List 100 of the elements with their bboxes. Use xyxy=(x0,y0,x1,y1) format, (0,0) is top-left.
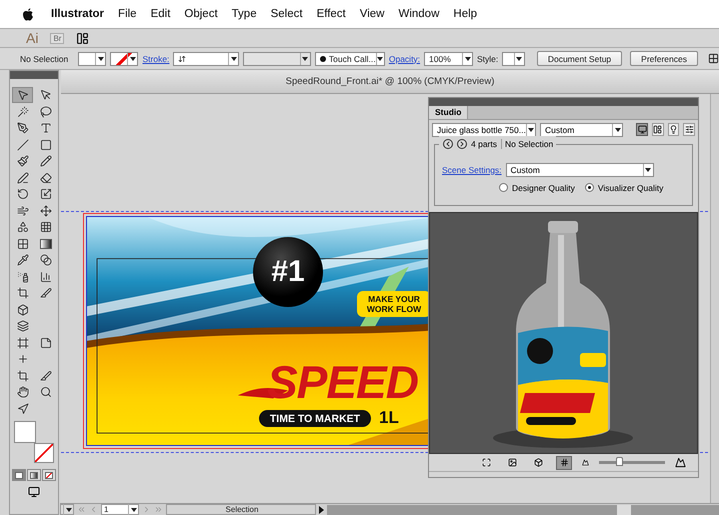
slice-icon xyxy=(40,287,52,299)
menu-item[interactable]: Object xyxy=(177,8,225,20)
pen-nib-icon xyxy=(16,122,28,134)
page-field[interactable]: 1 xyxy=(101,504,139,515)
arrange-icon[interactable] xyxy=(708,53,719,64)
style-swatch[interactable] xyxy=(502,52,525,66)
stroke-swatch[interactable] xyxy=(110,52,138,66)
settings-button[interactable] xyxy=(683,123,695,136)
menu-item[interactable]: Help xyxy=(446,8,484,20)
scene-dropdown[interactable]: Custom xyxy=(506,162,654,177)
menu-item[interactable]: Select xyxy=(264,8,310,20)
bar-graph-icon xyxy=(40,270,52,282)
panel-header xyxy=(10,71,58,79)
selection-arrow-icon xyxy=(16,89,28,101)
scale-icon xyxy=(40,188,52,200)
rectangle-icon xyxy=(40,138,52,150)
gradient-icon xyxy=(40,238,52,248)
quality-label[interactable]: Designer Quality xyxy=(512,182,575,193)
horizontal-scrollbar[interactable] xyxy=(327,504,719,514)
zoom-thumb[interactable] xyxy=(616,457,623,466)
screen-mode-icon[interactable] xyxy=(28,486,40,498)
light-button[interactable] xyxy=(668,123,680,136)
menu-item[interactable]: Edit xyxy=(144,8,178,20)
studio-tab[interactable]: Studio xyxy=(429,106,468,119)
opacity-link[interactable]: Opacity: xyxy=(388,54,420,64)
mesh-icon xyxy=(16,238,28,250)
apple-logo-icon[interactable] xyxy=(22,8,34,20)
tagline-label: MAKE YOUR WORK FLOW xyxy=(357,291,431,317)
next-part-icon[interactable] xyxy=(457,138,467,149)
frame-icon xyxy=(16,336,28,348)
stepper-arrows-icon[interactable] xyxy=(178,54,186,62)
knife-icon xyxy=(40,370,52,382)
blend-icon xyxy=(40,254,52,266)
menu-item[interactable]: View xyxy=(352,8,392,20)
blob-brush-icon xyxy=(16,172,28,184)
lasso-icon xyxy=(40,106,52,118)
stroke-link[interactable]: Stroke: xyxy=(142,54,170,64)
current-tool-field[interactable]: Selection xyxy=(166,504,316,515)
workspace-layout-icon[interactable] xyxy=(76,32,90,44)
cube-icon xyxy=(16,304,28,316)
app-logo: Ai xyxy=(26,30,38,46)
vertical-scrollbar[interactable] xyxy=(710,94,719,503)
shape-builder-icon xyxy=(16,221,28,233)
opacity-field[interactable]: 100% xyxy=(424,52,474,66)
menu-item[interactable]: Window xyxy=(391,8,446,20)
toolbar-button[interactable]: Document Setup xyxy=(536,51,622,66)
brush-dot-icon xyxy=(320,56,326,62)
artboard-select-icon xyxy=(16,287,28,299)
style-label: Style: xyxy=(477,54,498,64)
part-selection-status: No Selection xyxy=(501,138,554,149)
zoom-icon xyxy=(40,386,52,398)
eraser-icon xyxy=(40,172,52,184)
parts-count: 4 parts xyxy=(471,138,497,149)
type-icon xyxy=(40,122,52,134)
radio-button[interactable] xyxy=(584,183,594,192)
zoom-in-icon[interactable] xyxy=(675,457,686,468)
toolbar-button[interactable]: Preferences xyxy=(630,51,698,66)
stroke-weight-field[interactable] xyxy=(173,52,240,66)
model-dropdown[interactable]: Juice glass bottle 750... xyxy=(432,122,536,137)
layers-icon xyxy=(16,320,28,332)
previous-part-icon[interactable] xyxy=(443,138,453,149)
menu-item[interactable]: File xyxy=(111,8,144,20)
fill-color-swatch[interactable] xyxy=(14,421,36,443)
line-icon xyxy=(16,138,28,150)
brand-title: SPEED xyxy=(267,355,418,409)
zoom-out-icon[interactable] xyxy=(582,459,589,466)
bridge-button[interactable]: Br xyxy=(50,32,64,44)
radio-button[interactable] xyxy=(499,183,508,192)
app-menu[interactable]: Illustrator xyxy=(44,8,112,20)
draw-mode-button[interactable] xyxy=(42,469,56,481)
paintbrush-icon xyxy=(16,155,28,167)
hollow-arrow-icon xyxy=(40,89,52,101)
eyedropper-icon xyxy=(16,254,28,266)
document-tab[interactable]: SpeedRound_Front.ai* @ 100% (CMYK/Preview) xyxy=(286,76,494,87)
volume-label: 1L xyxy=(379,408,399,428)
artboard-icon xyxy=(16,370,28,382)
stroke-color-swatch[interactable] xyxy=(34,443,54,463)
quality-label[interactable]: Visualizer Quality xyxy=(598,182,664,193)
preset-dropdown[interactable]: Custom xyxy=(540,122,624,137)
wand-icon xyxy=(16,106,28,118)
warp-icon xyxy=(16,204,28,216)
brush-dropdown[interactable]: Touch Call... xyxy=(314,52,385,66)
selection-status: No Selection xyxy=(20,54,70,64)
menu-item[interactable]: Type xyxy=(224,8,264,20)
render-view-button[interactable] xyxy=(636,123,648,136)
free-transform-icon xyxy=(40,204,52,216)
plus-icon xyxy=(16,353,28,365)
hand-icon xyxy=(16,386,28,398)
grid-icon[interactable] xyxy=(556,456,572,470)
menu-item[interactable]: Effect xyxy=(310,8,353,20)
perspective-grid-icon xyxy=(40,221,52,233)
fill-swatch[interactable] xyxy=(78,52,106,66)
draw-mode-button[interactable] xyxy=(12,469,26,481)
tool-button[interactable] xyxy=(12,87,33,103)
draw-mode-button[interactable] xyxy=(27,469,41,481)
parts-button[interactable] xyxy=(652,123,664,136)
rotate-icon xyxy=(16,188,28,200)
pencil-icon xyxy=(40,155,52,167)
scene-settings-link[interactable]: Scene Settings: xyxy=(442,164,502,175)
scroll-thumb[interactable] xyxy=(617,504,631,514)
